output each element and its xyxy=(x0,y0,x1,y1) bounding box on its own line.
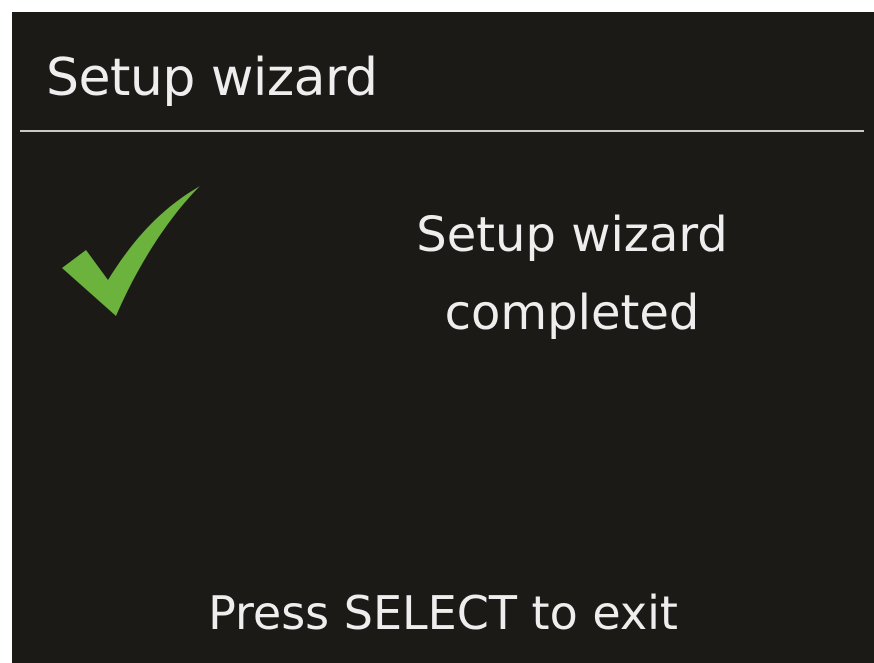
checkmark-shape xyxy=(62,186,200,316)
page-title: Setup wizard xyxy=(46,48,378,108)
screen-header: Setup wizard xyxy=(12,12,874,132)
status-line-1: Setup wizard xyxy=(416,207,728,263)
checkmark-icon xyxy=(62,186,200,316)
device-screen: Setup wizard Setup wizard completed Pres… xyxy=(12,12,874,663)
exit-hint: Press SELECT to exit xyxy=(208,586,678,640)
header-divider xyxy=(20,130,864,132)
status-line-2: completed xyxy=(444,285,700,341)
status-message: Setup wizard completed xyxy=(352,196,792,352)
